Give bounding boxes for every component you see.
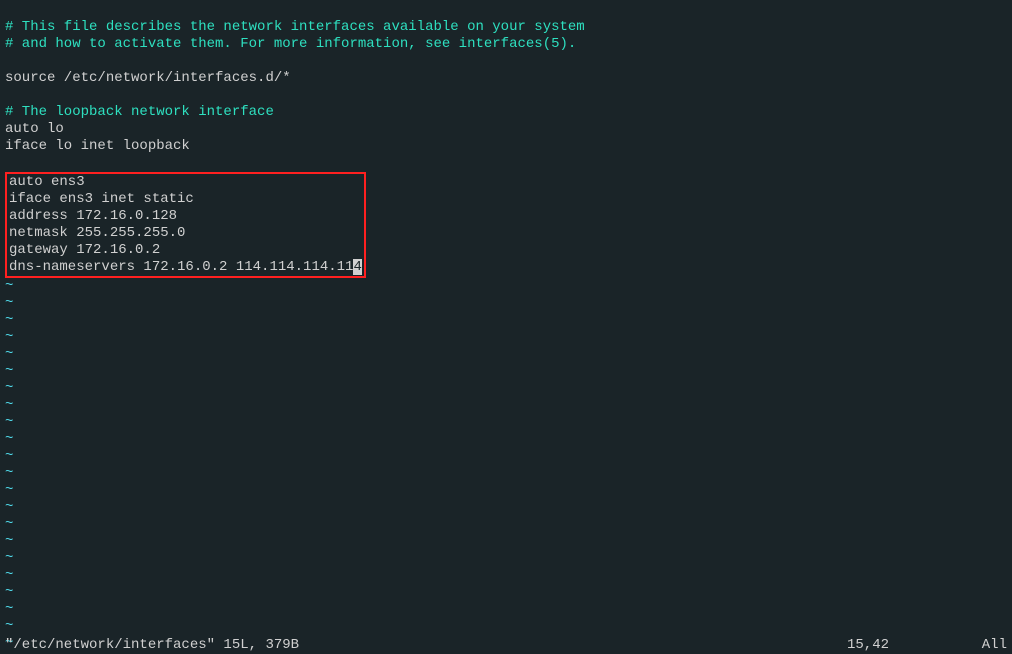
comment-line: # This file describes the network interf… (5, 19, 585, 35)
empty-line-tilde: ~ (5, 363, 13, 379)
empty-line-tilde: ~ (5, 550, 13, 566)
status-percent: All (967, 637, 1007, 654)
text-line: dns-nameservers 172.16.0.2 114.114.114.1… (9, 259, 353, 275)
text-line: source /etc/network/interfaces.d/* (5, 70, 291, 86)
cursor: 4 (353, 259, 361, 275)
text-line: iface ens3 inet static (9, 191, 194, 207)
text-line: iface lo inet loopback (5, 138, 190, 154)
text-line: gateway 172.16.0.2 (9, 242, 160, 258)
status-cursor-position: 15,42 (847, 637, 967, 654)
comment-line: # The loopback network interface (5, 104, 274, 120)
empty-line-tilde: ~ (5, 448, 13, 464)
status-filename: "/etc/network/interfaces" 15L, 379B (5, 637, 847, 654)
text-line: auto lo (5, 121, 64, 137)
empty-line-tilde: ~ (5, 516, 13, 532)
empty-line-tilde: ~ (5, 584, 13, 600)
empty-line-tilde: ~ (5, 567, 13, 583)
empty-line-tilde: ~ (5, 380, 13, 396)
empty-line-tilde: ~ (5, 601, 13, 617)
empty-line-tilde: ~ (5, 482, 13, 498)
status-bar: "/etc/network/interfaces" 15L, 379B 15,4… (0, 637, 1012, 654)
comment-line: # and how to activate them. For more inf… (5, 36, 576, 52)
text-line: address 172.16.0.128 (9, 208, 177, 224)
empty-line-tilde: ~ (5, 618, 13, 634)
empty-line-tilde: ~ (5, 397, 13, 413)
empty-line-tilde: ~ (5, 278, 13, 294)
highlighted-block: auto ens3 iface ens3 inet static address… (5, 172, 366, 278)
empty-line-tilde: ~ (5, 329, 13, 345)
editor-viewport[interactable]: # This file describes the network interf… (0, 0, 1012, 654)
empty-line-tilde: ~ (5, 533, 13, 549)
empty-line-tilde: ~ (5, 465, 13, 481)
empty-line-tilde: ~ (5, 431, 13, 447)
text-line: netmask 255.255.255.0 (9, 225, 185, 241)
empty-line-tilde: ~ (5, 295, 13, 311)
text-line: auto ens3 (9, 174, 85, 190)
empty-line-tilde: ~ (5, 414, 13, 430)
empty-line-tilde: ~ (5, 499, 13, 515)
empty-line-tilde: ~ (5, 312, 13, 328)
empty-line-tilde: ~ (5, 346, 13, 362)
